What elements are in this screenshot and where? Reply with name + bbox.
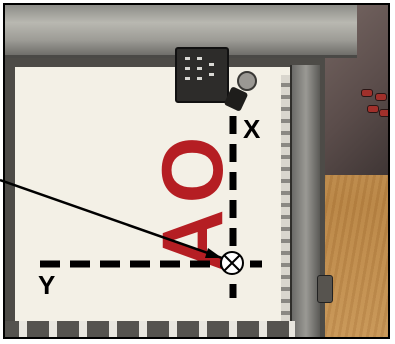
axis-overlay xyxy=(0,116,262,298)
y-axis-label: Y xyxy=(38,270,56,300)
circled-x-icon xyxy=(220,251,244,275)
pointer-line xyxy=(0,178,223,260)
pointer-arrowhead xyxy=(205,248,222,258)
x-axis-label: X xyxy=(243,114,261,144)
